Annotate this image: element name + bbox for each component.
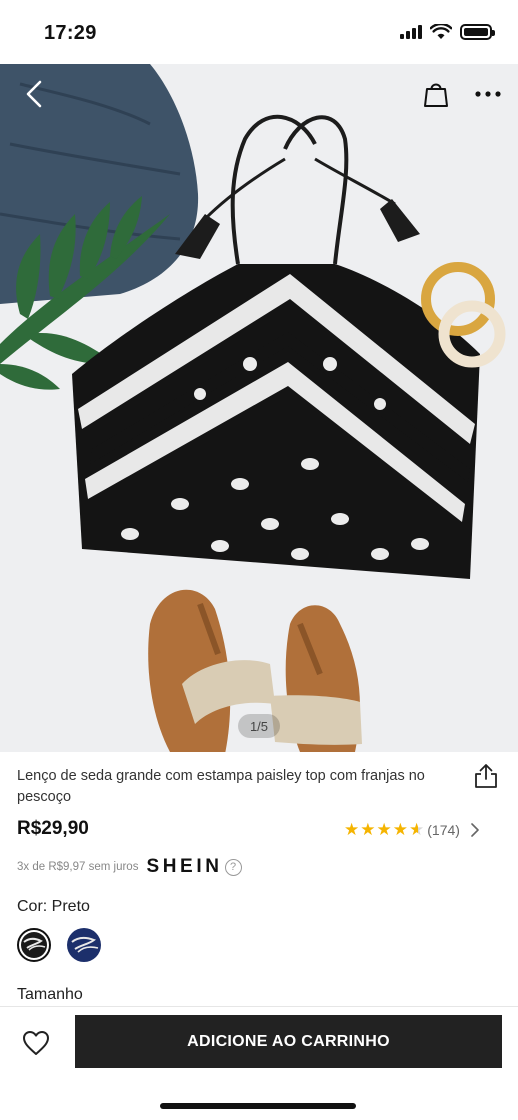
color-label: Cor: Preto [17, 898, 90, 915]
chevron-right-icon [470, 822, 479, 837]
color-swatch-azul[interactable] [67, 928, 101, 962]
wifi-icon [430, 24, 452, 39]
image-page-indicator: 1/5 [238, 714, 280, 738]
status-bar: 17:29 [0, 0, 518, 64]
bottom-action-bar: ADICIONE AO CARRINHO [0, 1006, 518, 1120]
help-icon[interactable]: ? [224, 858, 242, 876]
installments-info: 3x de R$9,97 sem juros SHEIN ? [17, 856, 242, 878]
shopping-bag-icon [424, 83, 448, 107]
more-dots-icon [475, 91, 501, 97]
star-rating: ★ ★ ★ ★ ★ [344, 821, 424, 838]
status-icons [400, 24, 495, 40]
battery-icon [460, 24, 495, 40]
share-icon [475, 764, 497, 788]
back-button[interactable] [16, 76, 52, 112]
color-swatch-preto[interactable] [17, 928, 51, 962]
swatch-pattern [21, 932, 47, 958]
installments-text: 3x de R$9,97 sem juros [17, 861, 139, 873]
star-icon: ★ [376, 820, 392, 839]
product-title: Lenço de seda grande com estampa paisley… [17, 768, 425, 805]
share-button[interactable] [470, 760, 502, 792]
star-icon: ★ [392, 820, 408, 839]
status-time: 17:29 [44, 22, 97, 44]
add-to-cart-button[interactable]: ADICIONE AO CARRINHO [75, 1015, 502, 1068]
shopping-bag-button[interactable] [418, 76, 454, 112]
rating-summary[interactable]: ★ ★ ★ ★ ★ (174) [344, 821, 479, 838]
swatch-pattern [67, 928, 101, 962]
review-count: (174) [427, 821, 460, 838]
chevron-left-icon [26, 80, 42, 108]
brand-logo: SHEIN [146, 856, 223, 877]
product-price: R$29,90 [17, 818, 89, 839]
color-swatches [17, 928, 101, 962]
wishlist-button[interactable] [18, 1025, 54, 1061]
star-icon: ★ [344, 820, 360, 839]
home-indicator [160, 1103, 356, 1109]
more-options-button[interactable] [470, 76, 506, 112]
size-label: Tamanho [17, 986, 83, 1003]
product-photo [0, 64, 518, 752]
heart-outline-icon [23, 1031, 49, 1055]
half-star-icon: ★ [409, 820, 425, 839]
star-icon: ★ [360, 820, 376, 839]
signal-icon [400, 25, 422, 39]
product-image-gallery[interactable]: 1/5 [0, 64, 518, 752]
